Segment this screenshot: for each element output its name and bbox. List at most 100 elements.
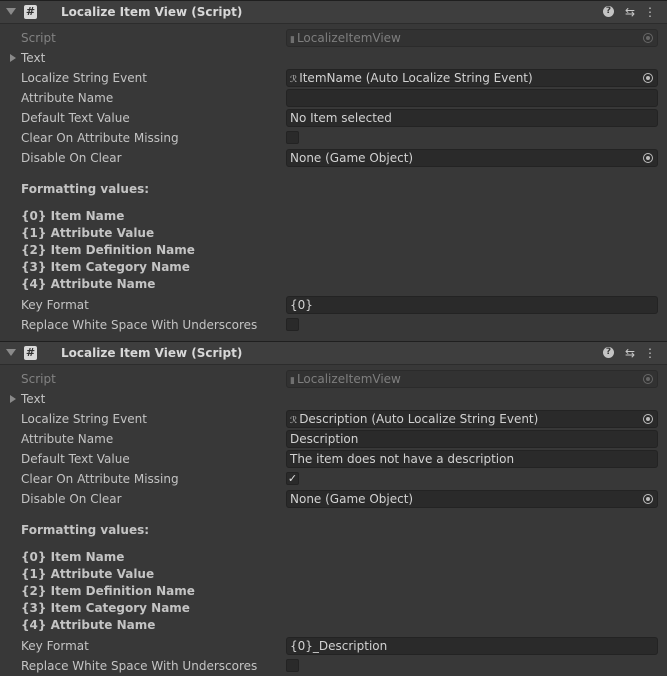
formatting-value: {0} Item Name (21, 550, 125, 564)
key-format-row: Key Format {0}_Description (0, 636, 667, 656)
script-field: ▮ LocalizeItemView (286, 29, 658, 47)
localize-string-event-value: Description (Auto Localize String Event) (299, 412, 539, 426)
localize-string-event-icon: ℛ (290, 75, 298, 85)
script-value: LocalizeItemView (296, 31, 401, 45)
script-icon: # (24, 346, 37, 360)
clear-on-missing-label: Clear On Attribute Missing (21, 472, 179, 486)
object-picker-icon[interactable] (643, 494, 653, 504)
presets-icon[interactable]: ⇆ (623, 346, 637, 360)
key-format-input[interactable]: {0} (286, 296, 658, 314)
formatting-value: {2} Item Definition Name (21, 243, 195, 257)
key-format-label: Key Format (21, 639, 89, 653)
object-picker-icon[interactable] (643, 153, 653, 163)
menu-icon[interactable]: ⋮ (643, 346, 657, 360)
component-header[interactable]: # Localize Item View (Script) ? ⇆ ⋮ (0, 341, 667, 365)
formatting-value: {4} Attribute Name (21, 277, 156, 291)
localize-string-event-label: Localize String Event (21, 71, 147, 85)
attribute-name-label: Attribute Name (21, 91, 114, 105)
component-localize-item-view-2: # Localize Item View (Script) ? ⇆ ⋮ Scri… (0, 341, 667, 676)
formatting-section: Formatting values: {0} Item Name {1} Att… (0, 509, 667, 632)
formatting-value: {1} Attribute Value (21, 226, 155, 240)
formatting-title: Formatting values: (21, 182, 150, 196)
replace-whitespace-checkbox[interactable] (286, 659, 299, 672)
formatting-value: {2} Item Definition Name (21, 584, 195, 598)
text-foldout-label[interactable]: Text (21, 51, 45, 65)
formatting-title: Formatting values: (21, 523, 150, 537)
localize-string-event-row: Localize String Event ℛ Description (Auto… (0, 409, 667, 429)
replace-whitespace-label: Replace White Space With Underscores (21, 659, 258, 673)
formatting-section: Formatting values: {0} Item Name {1} Att… (0, 168, 667, 291)
default-text-label: Default Text Value (21, 111, 130, 125)
menu-icon[interactable]: ⋮ (643, 5, 657, 19)
default-text-input[interactable]: No Item selected (286, 109, 658, 127)
component-header[interactable]: # Localize Item View (Script) ? ⇆ ⋮ (0, 0, 667, 24)
localize-string-event-label: Localize String Event (21, 412, 147, 426)
collapse-arrow-icon[interactable] (6, 8, 16, 15)
localize-string-event-field[interactable]: ℛ ItemName (Auto Localize String Event) (286, 69, 658, 87)
clear-on-missing-checkbox[interactable]: ✓ (286, 472, 299, 485)
disable-on-clear-field[interactable]: None (Game Object) (286, 149, 658, 167)
disable-on-clear-label: Disable On Clear (21, 151, 122, 165)
text-foldout-label[interactable]: Text (21, 392, 45, 406)
script-row: Script ▮ LocalizeItemView (0, 28, 667, 48)
clear-on-missing-row: Clear On Attribute Missing ✓ (0, 469, 667, 489)
replace-whitespace-row: Replace White Space With Underscores (0, 315, 667, 335)
text-foldout[interactable]: Text (0, 389, 667, 409)
replace-whitespace-label: Replace White Space With Underscores (21, 318, 258, 332)
disable-on-clear-field[interactable]: None (Game Object) (286, 490, 658, 508)
key-format-row: Key Format {0} (0, 295, 667, 315)
clear-on-missing-checkbox[interactable] (286, 131, 299, 144)
collapse-arrow-icon[interactable] (6, 349, 16, 356)
key-format-input[interactable]: {0}_Description (286, 637, 658, 655)
attribute-name-row: Attribute Name Description (0, 429, 667, 449)
default-text-label: Default Text Value (21, 452, 130, 466)
replace-whitespace-row: Replace White Space With Underscores (0, 656, 667, 676)
attribute-name-row: Attribute Name (0, 88, 667, 108)
disable-on-clear-row: Disable On Clear None (Game Object) (0, 489, 667, 509)
formatting-value: {0} Item Name (21, 209, 125, 223)
object-picker-icon[interactable] (643, 414, 653, 424)
script-icon: # (24, 5, 37, 19)
component-title: Localize Item View (Script) (61, 5, 243, 19)
component-title: Localize Item View (Script) (61, 346, 243, 360)
presets-icon[interactable]: ⇆ (623, 5, 637, 19)
script-file-icon: ▮ (290, 35, 295, 45)
object-picker-icon (643, 374, 653, 384)
script-label: Script (21, 31, 56, 45)
disable-on-clear-label: Disable On Clear (21, 492, 122, 506)
formatting-value: {3} Item Category Name (21, 260, 190, 274)
clear-on-missing-label: Clear On Attribute Missing (21, 131, 179, 145)
disable-on-clear-value: None (Game Object) (290, 151, 414, 165)
script-row: Script ▮ LocalizeItemView (0, 369, 667, 389)
help-icon[interactable]: ? (603, 6, 614, 17)
text-foldout[interactable]: Text (0, 48, 667, 68)
script-label: Script (21, 372, 56, 386)
localize-string-event-icon: ℛ (290, 416, 298, 426)
default-text-row: Default Text Value No Item selected (0, 108, 667, 128)
disable-on-clear-row: Disable On Clear None (Game Object) (0, 148, 667, 168)
localize-string-event-row: Localize String Event ℛ ItemName (Auto Lo… (0, 68, 667, 88)
attribute-name-input[interactable]: Description (286, 430, 658, 448)
localize-string-event-value: ItemName (Auto Localize String Event) (299, 71, 533, 85)
key-format-label: Key Format (21, 298, 89, 312)
formatting-value: {1} Attribute Value (21, 567, 155, 581)
foldout-arrow-icon[interactable] (10, 395, 16, 403)
formatting-value: {3} Item Category Name (21, 601, 190, 615)
object-picker-icon[interactable] (643, 73, 653, 83)
script-file-icon: ▮ (290, 376, 295, 386)
formatting-value: {4} Attribute Name (21, 618, 156, 632)
script-value: LocalizeItemView (296, 372, 401, 386)
checkmark-icon: ✓ (287, 472, 298, 485)
foldout-arrow-icon[interactable] (10, 54, 16, 62)
attribute-name-input[interactable] (286, 89, 658, 107)
localize-string-event-field[interactable]: ℛ Description (Auto Localize String Event… (286, 410, 658, 428)
default-text-input[interactable]: The item does not have a description (286, 450, 658, 468)
replace-whitespace-checkbox[interactable] (286, 318, 299, 331)
attribute-name-label: Attribute Name (21, 432, 114, 446)
help-icon[interactable]: ? (603, 347, 614, 358)
component-localize-item-view-1: # Localize Item View (Script) ? ⇆ ⋮ Scri… (0, 0, 667, 341)
object-picker-icon (643, 33, 653, 43)
default-text-row: Default Text Value The item does not hav… (0, 449, 667, 469)
clear-on-missing-row: Clear On Attribute Missing (0, 128, 667, 148)
script-field: ▮ LocalizeItemView (286, 370, 658, 388)
